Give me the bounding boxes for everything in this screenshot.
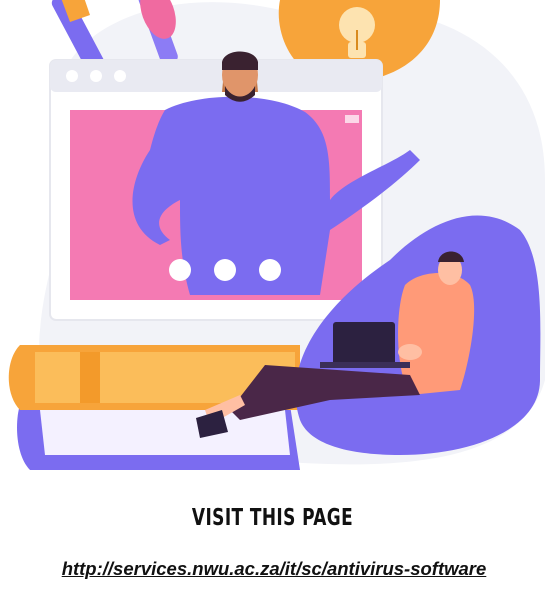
- visit-page-heading: VISIT THIS PAGE: [191, 505, 354, 531]
- slide-dot-3: [259, 259, 281, 281]
- slide-dot-2: [214, 259, 236, 281]
- slide-dot-1: [169, 259, 191, 281]
- online-learning-illustration: [8, 0, 545, 470]
- antivirus-software-link[interactable]: http://services.nwu.ac.za/it/sc/antiviru…: [0, 558, 545, 580]
